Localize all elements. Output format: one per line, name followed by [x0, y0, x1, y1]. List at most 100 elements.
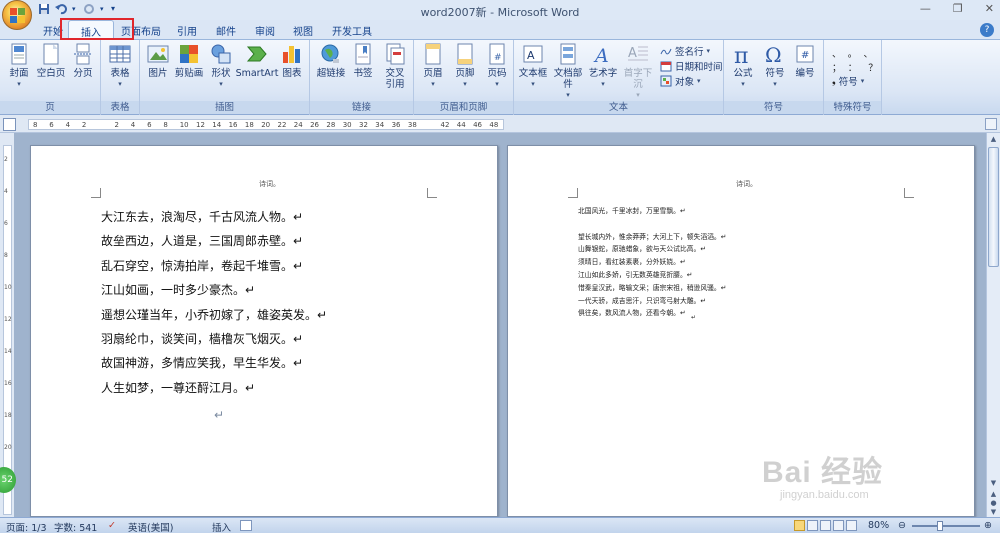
smartart-button[interactable]: SmartArt [236, 43, 278, 79]
web-layout-icon[interactable] [820, 520, 831, 531]
office-button[interactable] [2, 0, 32, 30]
textbox-button[interactable]: A 文本框 ▾ [518, 43, 548, 90]
close-icon[interactable]: ✕ [985, 2, 994, 15]
footer-button[interactable]: 页脚 ▾ [450, 43, 480, 90]
svg-text:A: A [628, 46, 637, 61]
status-language[interactable]: 英语(美国) [128, 520, 173, 533]
tab-developer[interactable]: 开发工具 [332, 23, 372, 38]
quick-parts-button[interactable]: 文档部件 ▾ [550, 43, 586, 101]
datetime-button[interactable]: 日期和时间 [660, 59, 723, 73]
chart-button[interactable]: 图表 [280, 43, 304, 79]
poem-line[interactable]: 大江东去，浪淘尽，千古风流人物。↵ [101, 208, 303, 225]
zoom-out-icon[interactable]: ⊖ [898, 520, 906, 531]
bookmark-button[interactable]: 书签 [350, 43, 376, 79]
hyperlink-button[interactable]: 超链接 [316, 43, 346, 79]
cross-reference-button[interactable]: 交叉 引用 [382, 43, 408, 90]
full-screen-reading-icon[interactable] [807, 520, 818, 531]
signature-line-button[interactable]: 签名行 ▾ [660, 44, 710, 58]
tab-references[interactable]: 引用 [177, 23, 197, 38]
ribbon: 封面 ▾ 空白页 分页 页 表格 ▾ 表格 图片 剪贴画 形状 ▾ SmartA… [0, 40, 1000, 115]
header-icon [425, 43, 441, 65]
zoom-level[interactable]: 80% [868, 520, 889, 531]
numbering-button[interactable]: # 编号 [790, 43, 820, 79]
poem-line[interactable]: 江山如画，一时多少豪杰。↵ [101, 281, 255, 298]
macro-record-icon[interactable] [240, 520, 252, 531]
scroll-thumb[interactable] [988, 147, 999, 267]
svg-text:π: π [734, 44, 748, 65]
poem-line[interactable]: 惜秦皇汉武，略输文采；唐宗宋祖，稍逊风骚。↵ [578, 282, 726, 292]
poem-line[interactable]: 乱石穿空，惊涛拍岸，卷起千堆雪。↵ [101, 257, 303, 274]
poem-line[interactable]: 俱往矣，数风流人物，还看今朝。↵ [578, 307, 686, 317]
tab-mailings[interactable]: 邮件 [216, 23, 236, 38]
tab-review[interactable]: 审阅 [255, 23, 275, 38]
poem-line[interactable]: 一代天骄，成吉思汗，只识弯弓射大雕。↵ [578, 295, 706, 305]
minimize-icon[interactable]: — [920, 2, 931, 15]
svg-text:Ω: Ω [765, 43, 782, 65]
poem-line[interactable]: 山舞银蛇，原驰蜡象，欲与天公试比高。↵ [578, 243, 706, 253]
object-button[interactable]: 对象 ▾ [660, 74, 701, 88]
header-button[interactable]: 页眉 ▾ [418, 43, 448, 90]
crop-mark [904, 188, 914, 198]
help-icon[interactable]: ? [980, 23, 994, 37]
poem-line[interactable]: 人生如梦，一尊还酹江月。↵ [101, 379, 255, 396]
poem-line[interactable]: 遥想公瑾当年，小乔初嫁了，雄姿英发。↵ [101, 306, 327, 323]
ruler-tick-label: 18 [244, 121, 254, 129]
window-title: word2007新 - Microsoft Word [420, 6, 580, 19]
equation-button[interactable]: π 公式 ▾ [728, 43, 758, 90]
tab-selector-icon[interactable] [3, 118, 16, 131]
poem-line[interactable]: 故国神游，多情应笑我，早生华发。↵ [101, 354, 303, 371]
window-controls: — ❐ ✕ [920, 2, 994, 15]
title-bar: ▾ ▾ ▾ word2007新 - Microsoft Word — ❐ ✕ [0, 0, 1000, 20]
poem-line[interactable]: 须晴日，看红装素裹，分外妖娆。↵ [578, 256, 686, 266]
page-2[interactable]: 诗词。 北国风光，千里冰封，万里雪飘。↵ 望长城内外，惟余莽莽；大河上下，顿失滔滔… [507, 145, 975, 517]
omega-icon: Ω [765, 43, 782, 65]
vertical-scrollbar[interactable]: ▲ ▼ ▲ ● ▼ [986, 133, 1000, 517]
wordart-button[interactable]: A 艺术字 ▾ [588, 43, 618, 90]
vertical-ruler-strip[interactable]: 246810121416182022 [3, 145, 12, 515]
page-number-button[interactable]: # 页码 ▾ [482, 43, 512, 90]
poem-line[interactable]: 故垒西边，人道是，三国周郎赤壁。↵ [101, 232, 303, 249]
print-layout-icon[interactable] [794, 520, 805, 531]
clipart-button[interactable]: 剪贴画 [174, 43, 204, 79]
cross-reference-icon [386, 43, 405, 65]
page-break-button[interactable]: 分页 [70, 43, 96, 79]
status-page[interactable]: 页面: 1/3 [6, 520, 47, 533]
shapes-button[interactable]: 形状 ▾ [208, 43, 234, 90]
page-1[interactable]: 诗词。 大江东去，浪淘尽，千古风流人物。↵ 故垒西边，人道是，三国周郎赤壁。↵ 乱石… [30, 145, 498, 517]
zoom-slider-thumb[interactable] [937, 521, 943, 531]
ruler-strip[interactable]: 8 6 4 2 2 4 6 8 10 12 14 16 18 20 22 24 26 28 30 32 34 36 38 42… [28, 119, 504, 130]
status-word-count[interactable]: 字数: 541 [54, 520, 97, 533]
crop-mark [91, 188, 101, 198]
poem-line[interactable]: 北国风光，千里冰封，万里雪飘。↵ [578, 205, 686, 215]
blank-page-button[interactable]: 空白页 [36, 43, 66, 79]
crop-mark [427, 188, 437, 198]
proofing-icon[interactable]: ✓ [108, 520, 116, 531]
zoom-slider[interactable] [912, 525, 980, 527]
poem-line[interactable]: 望长城内外，惟余莽莽；大河上下，顿失滔滔。↵ [578, 231, 726, 241]
special-symbol-row-1[interactable]: 、。、 [832, 46, 884, 60]
tab-view[interactable]: 视图 [293, 23, 313, 38]
special-symbol-row-2[interactable]: ；：？ [832, 60, 889, 74]
poem-line[interactable]: 羽扇纶巾，谈笑间，樯橹灰飞烟灭。↵ [101, 330, 303, 347]
scroll-down-icon[interactable]: ▼ [988, 479, 999, 489]
picture-button[interactable]: 图片 [146, 43, 170, 79]
symbol-button[interactable]: Ω 符号 ▾ [760, 43, 790, 90]
status-insert-mode[interactable]: 插入 [212, 520, 231, 533]
table-button[interactable]: 表格 ▾ [107, 43, 133, 90]
special-symbol-button[interactable]: ❟ 符号 ▾ [832, 74, 864, 89]
poem-line[interactable]: 江山如此多娇，引无数英雄竞折腰。↵ [578, 269, 692, 279]
restore-icon[interactable]: ❐ [953, 2, 963, 15]
cover-button[interactable]: 封面 ▾ [6, 43, 32, 90]
scroll-up-icon[interactable]: ▲ [988, 135, 999, 145]
group-special-symbols: 、。、 ；：？ ❟ 符号 ▾ 特殊符号 [824, 40, 882, 115]
zoom-in-icon[interactable]: ⊕ [984, 520, 992, 531]
group-text: A 文本框 ▾ 文档部件 ▾ A 艺术字 ▾ A 首字下沉 ▾ 签名行 ▾ 日期和时间 [514, 40, 724, 115]
ruler-tick-label: 6 [49, 121, 54, 129]
ruler-tick-label: 34 [375, 121, 385, 129]
view-ruler-icon[interactable] [985, 118, 997, 130]
word-window: ▾ ▾ ▾ word2007新 - Microsoft Word — ❐ ✕ 开… [0, 0, 1000, 533]
outline-icon[interactable] [833, 520, 844, 531]
group-table: 表格 ▾ 表格 [101, 40, 140, 115]
draft-icon[interactable] [846, 520, 857, 531]
pi-icon: π [734, 44, 748, 65]
